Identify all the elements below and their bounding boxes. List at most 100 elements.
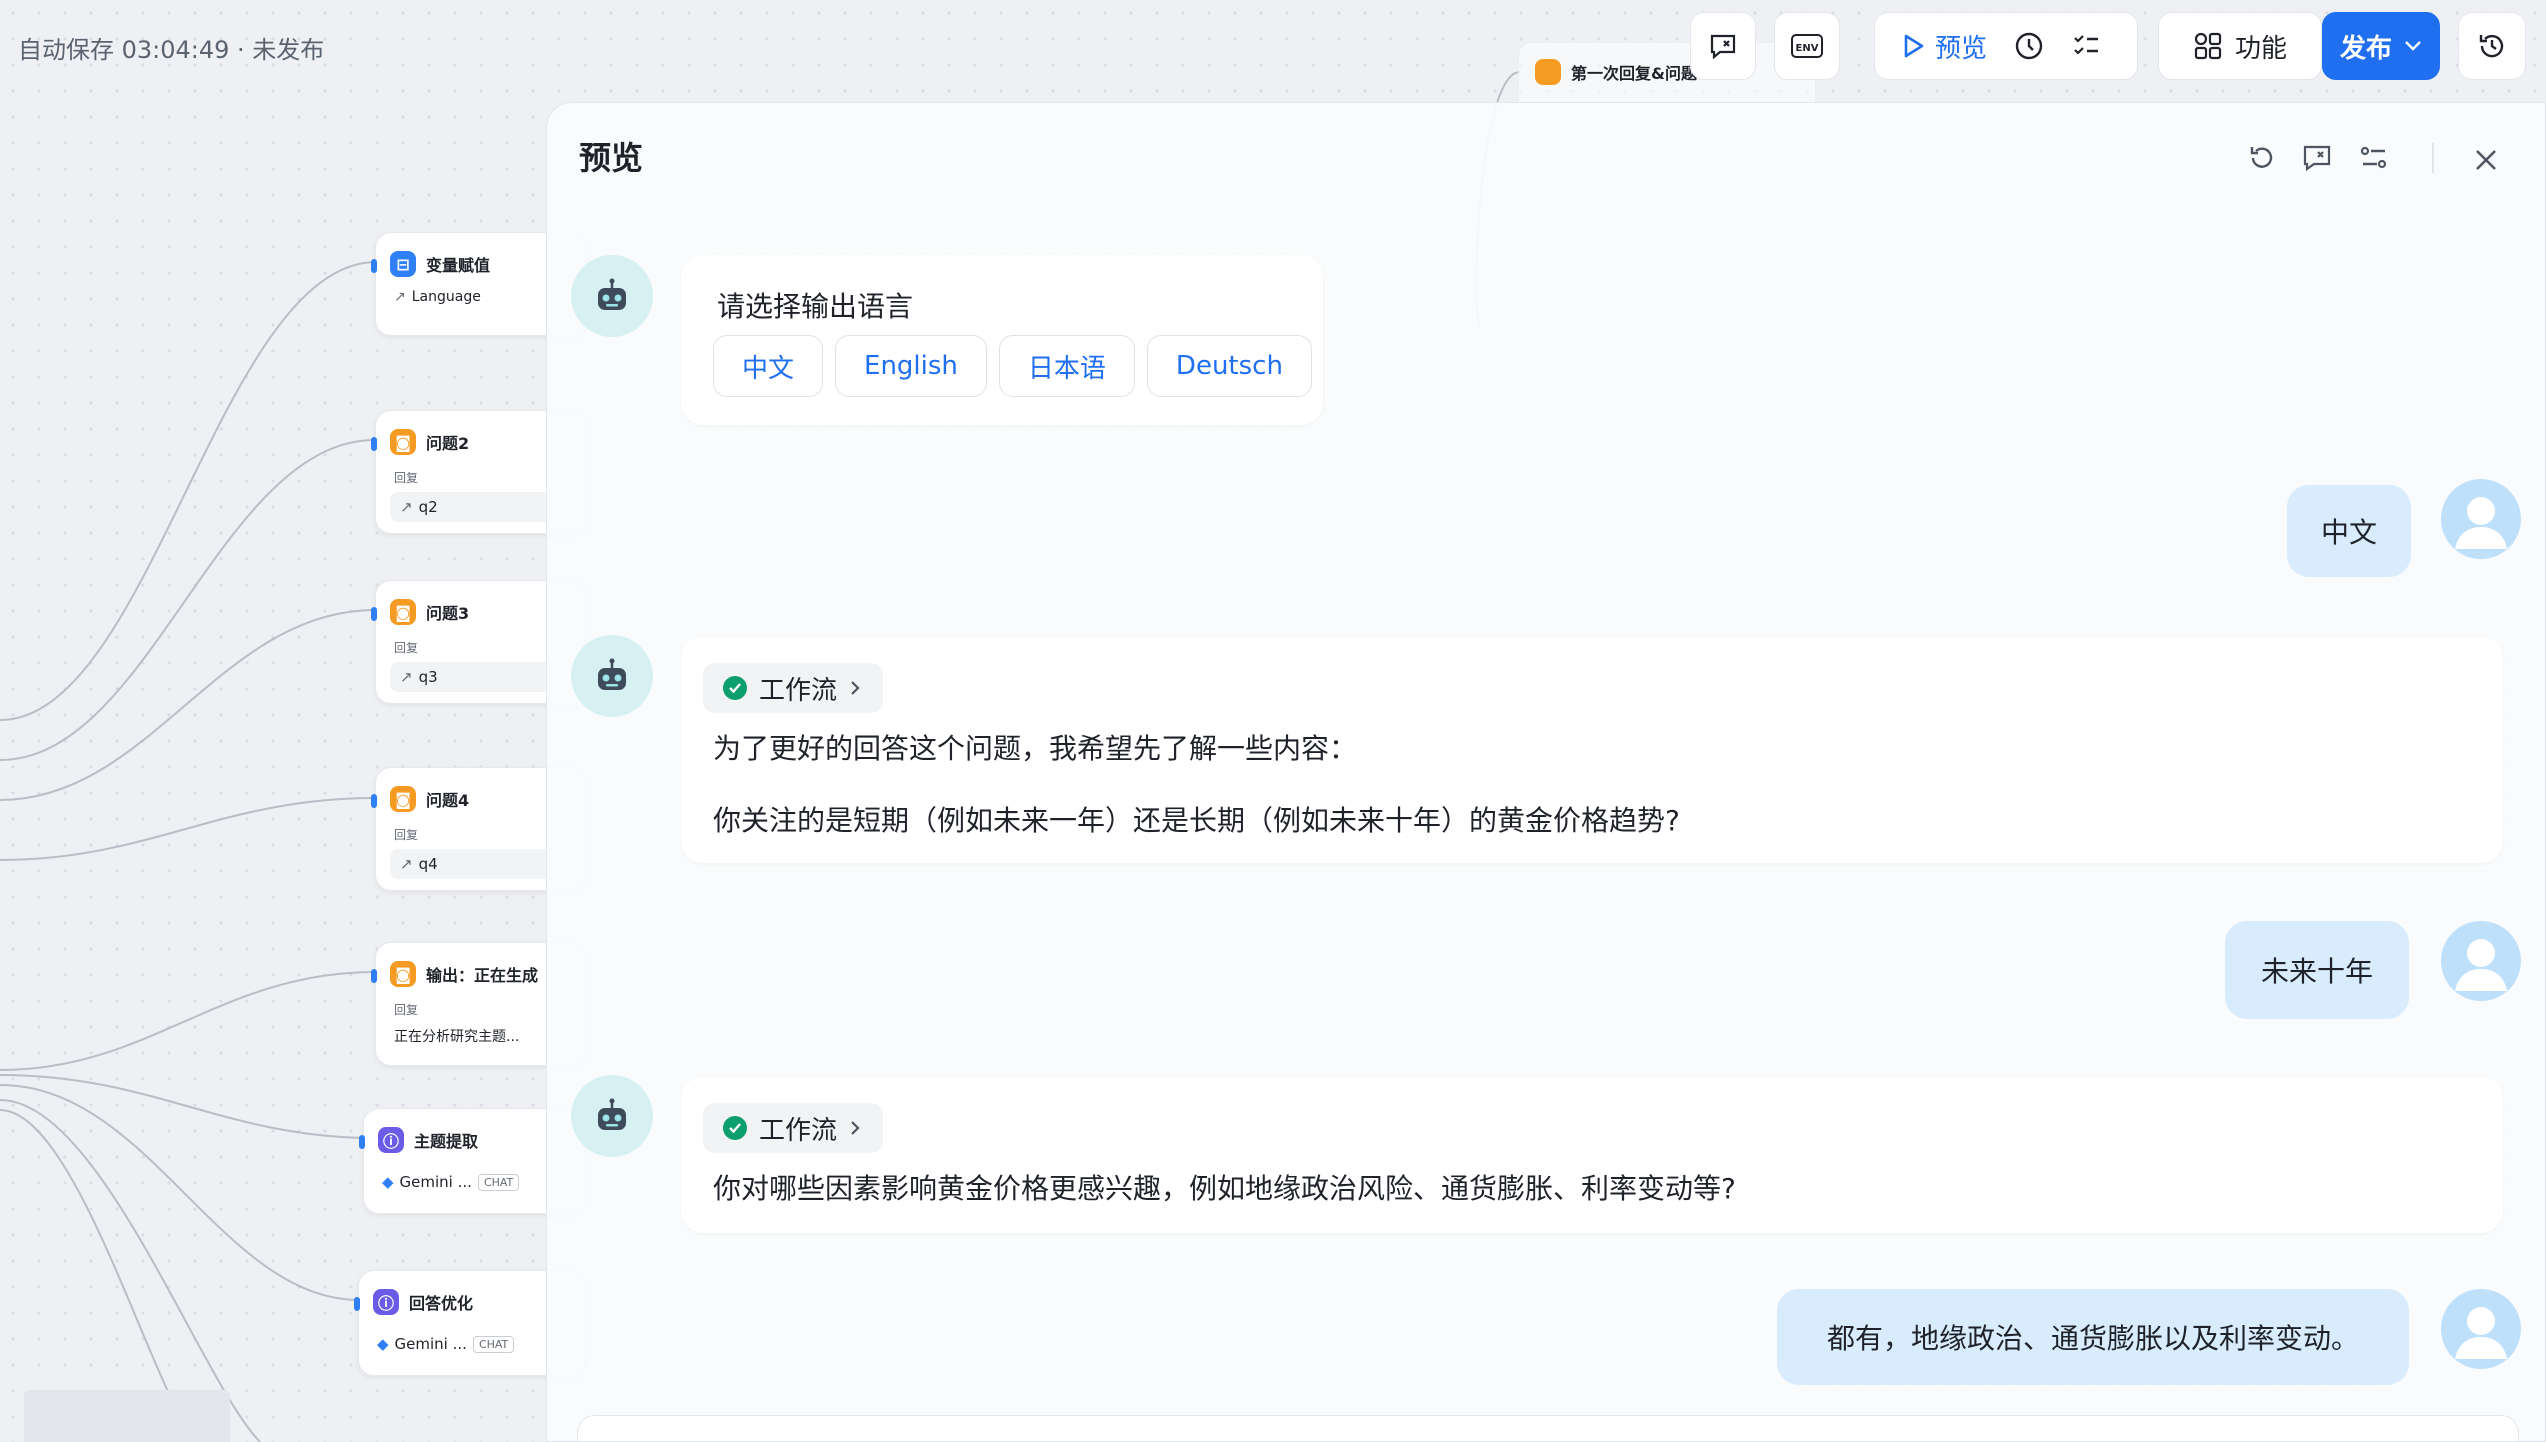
preview-button[interactable]: 预览 — [1903, 28, 1987, 65]
link-icon: ↗ — [400, 855, 413, 873]
model-mode-chip: CHAT — [472, 1335, 515, 1353]
link-icon: ↗ — [394, 289, 406, 305]
workflow-label: 工作流 — [759, 1115, 838, 1146]
language-options: 中文 English 日本语 Deutsch — [713, 335, 1312, 397]
node-model: Gemini ... — [399, 1173, 472, 1191]
grid-apps-icon — [2194, 32, 2222, 60]
history-icon — [2479, 34, 2504, 58]
user-message: 都有，地缘政治、通货膨胀以及利率变动。 — [1777, 1289, 2409, 1385]
input-port[interactable] — [371, 969, 377, 983]
input-port[interactable] — [359, 1135, 365, 1149]
option-german[interactable]: Deutsch — [1146, 335, 1312, 397]
user-icon — [2455, 939, 2507, 991]
option-english[interactable]: English — [835, 335, 987, 397]
preview-toolbar-group: 预览 — [1874, 12, 2138, 80]
chat-input[interactable] — [577, 1415, 2519, 1441]
llm-icon: ⓘ — [373, 1289, 399, 1315]
user-message: 中文 — [2287, 485, 2411, 577]
env-icon: ENV — [1791, 34, 1823, 58]
user-icon — [2455, 1307, 2507, 1359]
robot-icon — [598, 658, 626, 690]
input-port[interactable] — [371, 607, 377, 621]
node-sub-label: 回复 — [394, 828, 419, 842]
reply-icon: ◙ — [390, 961, 416, 987]
variables-icon[interactable] — [2357, 141, 2391, 175]
node-variable: q3 — [418, 668, 438, 686]
bot-message-timeframe: 工作流 为了更好的回答这个问题，我希望先了解一些内容： 你关注的是短期（例如未来… — [681, 637, 2503, 863]
user-avatar — [2441, 479, 2521, 559]
workflow-label: 工作流 — [759, 675, 838, 706]
node-reply-preview: 正在分析研究主题... — [394, 1029, 520, 1045]
autosave-status: 自动保存 03:04:49 · 未发布 — [18, 36, 325, 64]
workflow-status-chip[interactable]: 工作流 — [703, 1103, 884, 1153]
option-japanese[interactable]: 日本语 — [998, 335, 1135, 397]
link-icon: ↗ — [400, 498, 413, 516]
features-label: 功能 — [2234, 33, 2287, 64]
variable-icon: ⊟ — [390, 251, 416, 277]
chevron-down-icon — [2405, 41, 2421, 51]
node-title: 问题4 — [426, 791, 470, 810]
check-icon — [723, 1116, 747, 1140]
minimap[interactable] — [24, 1390, 230, 1442]
reply-icon: ◙ — [390, 786, 416, 812]
check-icon — [723, 676, 747, 700]
message-text: 为了更好的回答这个问题，我希望先了解一些内容： — [713, 732, 1358, 765]
run-history-icon[interactable] — [2013, 30, 2045, 62]
chevron-right-icon — [851, 1121, 860, 1135]
input-port[interactable] — [354, 1297, 360, 1311]
link-icon: ↗ — [400, 668, 413, 686]
node-variable: Language — [411, 289, 481, 305]
debug-chat-button[interactable] — [1690, 12, 1756, 80]
node-title: 主题提取 — [414, 1132, 479, 1151]
node-sub-label: 回复 — [394, 641, 419, 655]
bot-avatar — [571, 1075, 653, 1157]
svg-text:ENV: ENV — [1796, 43, 1819, 54]
toolbar-divider — [2432, 143, 2434, 173]
chat-debug-icon — [1710, 34, 1736, 60]
node-title: 回答优化 — [409, 1294, 474, 1313]
preview-panel: 预览 请选择输出语言 中文 English 日本语 Deutsch 中文 工作流… — [546, 102, 2546, 1442]
chat-debug-icon[interactable] — [2301, 141, 2335, 175]
message-text: 你对哪些因素影响黄金价格更感兴趣，例如地缘政治风险、通货膨胀、利率变动等? — [713, 1172, 1736, 1205]
input-port[interactable] — [371, 794, 377, 808]
workflow-status-chip[interactable]: 工作流 — [703, 663, 884, 713]
env-button[interactable]: ENV — [1774, 12, 1840, 80]
user-avatar — [2441, 921, 2521, 1001]
node-title: 变量赋值 — [426, 256, 491, 275]
node-variable: q2 — [418, 498, 438, 516]
llm-icon: ⓘ — [378, 1127, 404, 1153]
gemini-model-icon: ◆ — [377, 1335, 389, 1353]
bot-message-language: 请选择输出语言 中文 English 日本语 Deutsch — [681, 255, 1323, 425]
node-variable: q4 — [418, 855, 438, 873]
reply-icon: ◙ — [390, 599, 416, 625]
node-sub-label: 回复 — [394, 1003, 419, 1017]
message-text: 请选择输出语言 — [717, 290, 914, 323]
bot-avatar — [571, 635, 653, 717]
version-history-button[interactable] — [2458, 12, 2526, 80]
input-port[interactable] — [371, 259, 377, 273]
bot-message-factors: 工作流 你对哪些因素影响黄金价格更感兴趣，例如地缘政治风险、通货膨胀、利率变动等… — [681, 1077, 2503, 1233]
input-port[interactable] — [371, 437, 377, 451]
top-node-title: 第一次回复&问题 — [1571, 64, 1697, 83]
node-title: 问题3 — [426, 604, 470, 623]
node-title: 输出：正在生成 — [426, 966, 539, 985]
user-icon — [2455, 497, 2507, 549]
preview-label: 预览 — [1935, 33, 1988, 64]
user-message: 未来十年 — [2225, 921, 2409, 1019]
message-text: 你关注的是短期（例如未来一年）还是长期（例如未来十年）的黄金价格趋势? — [713, 804, 1680, 837]
option-chinese[interactable]: 中文 — [713, 335, 824, 397]
checklist-icon[interactable] — [2071, 31, 2101, 61]
gemini-model-icon: ◆ — [382, 1173, 394, 1191]
node-title: 问题2 — [426, 434, 470, 453]
model-mode-chip: CHAT — [477, 1173, 520, 1191]
restart-icon[interactable] — [2245, 141, 2279, 175]
close-icon[interactable] — [2473, 147, 2499, 173]
user-avatar — [2441, 1289, 2521, 1369]
reply-node-icon — [1535, 59, 1561, 85]
node-sub-label: 回复 — [394, 471, 419, 485]
publish-button[interactable]: 发布 — [2322, 12, 2440, 80]
features-button[interactable]: 功能 — [2158, 12, 2322, 80]
reply-icon: ◙ — [390, 429, 416, 455]
chevron-right-icon — [851, 681, 860, 695]
play-icon — [1904, 34, 1924, 58]
